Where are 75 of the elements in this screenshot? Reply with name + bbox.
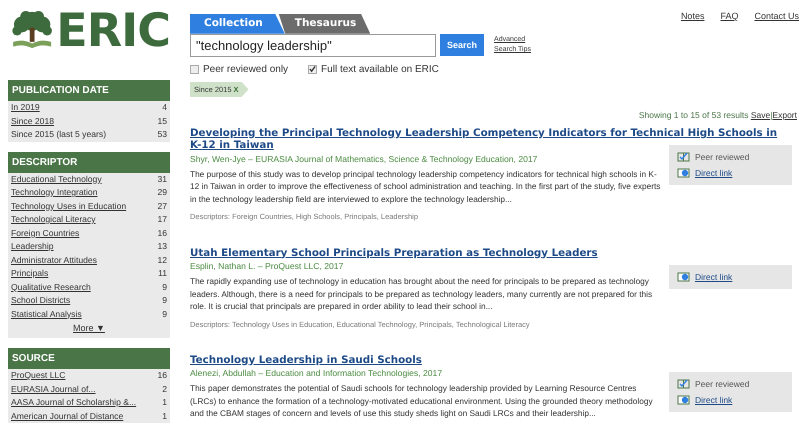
results-count: Showing 1 to 15 of 53 results (638, 110, 750, 120)
facet-count: 9 (162, 308, 167, 320)
facet-link[interactable]: Statistical Analysis (11, 308, 82, 321)
facet-link[interactable]: Qualitative Research (11, 280, 91, 294)
facet-link[interactable]: School Districts (11, 294, 70, 308)
facet-link[interactable]: Since 2018 (11, 114, 54, 128)
results-action-link[interactable]: Save (750, 110, 770, 120)
search-tab[interactable]: Thesaurus (278, 14, 370, 34)
result-abstract: This paper demonstrates the potential of Saudi schools for technology leadership provided by Learning Resource Centres (LRCs) to enhance the formation of a technology-motivated educational environment. Using the grounded theory methodology and the CBAM stages of concern and levels of use this study sheds light on Saudi LRCs and their leadership... (190, 382, 654, 420)
facet-heading: PUBLICATION DATE (8, 80, 170, 101)
facet-count: 17 (157, 213, 167, 226)
checkbox-label: Full text available on ERIC (321, 62, 439, 77)
facet-count: 1 (162, 396, 167, 409)
facet-label: Since 2015 (last 5 years) (11, 128, 106, 141)
result-abstract: The purpose of this study was to develop principal technology leadership competency indicators for technical high schools in K-12 in Taiwan in order to improve the effectiveness of school administration and teaching. In the first part of the study, five experts in the technology leadership field are interviewed to explore the technology leadership... (190, 168, 662, 206)
facet-heading: SOURCE (8, 348, 170, 369)
logo-wordmark[interactable]: ERIC (56, 7, 170, 53)
peer-reviewed-label: Peer reviewed (695, 378, 750, 391)
facet-link[interactable]: In 2019 (11, 101, 40, 114)
facet-count: 15 (157, 114, 167, 128)
results-action-link[interactable]: Export (772, 110, 797, 120)
facet-link[interactable]: Technology Integration (11, 186, 98, 200)
separator: | (770, 110, 772, 120)
facet-count: 13 (157, 240, 167, 253)
facet-link[interactable]: ProQuest LLC (11, 369, 66, 382)
facet-link[interactable]: Administrator Attitudes (11, 254, 97, 267)
facet-link[interactable]: AASA Journal of Scholarship &... (11, 396, 136, 410)
facet-count: 9 (162, 280, 167, 294)
globe-book-icon (677, 271, 690, 282)
facet-link[interactable]: Educational Technology (11, 172, 102, 186)
facet-link[interactable]: Technology Uses in Education (11, 200, 126, 213)
top-link[interactable]: FAQ (720, 10, 738, 97)
checkbox[interactable] (308, 64, 318, 74)
facet-count: 1 (162, 410, 167, 422)
peer-reviewed-label: Peer reviewed (695, 150, 750, 164)
result-title-link[interactable]: Developing the Principal Technology Leadership Competency Indicators for Technical High Schools in K-12 in Taiwan (190, 126, 780, 152)
facet-link[interactable]: Principals (11, 267, 48, 280)
checkbox[interactable] (190, 64, 199, 74)
facet-count: 31 (157, 172, 167, 186)
facet-link[interactable]: Technological Literacy (11, 213, 96, 226)
facet-count: 29 (157, 186, 167, 199)
more-link[interactable]: More ▼ (73, 323, 105, 333)
facet-heading: DESCRIPTOR (8, 152, 170, 172)
result-title-link[interactable]: Technology Leadership in Saudi Schools (190, 354, 780, 366)
result-abstract: The rapidly expanding use of technology in education has brought about the need for principals to be prepared as technology leaders. Although, there is a need for principals to be prepared as technology leaders, many currently are not prepared for this role. It is crucial that principals are prepared in order ability to lead their school in... (190, 275, 654, 312)
facet-count: 9 (162, 294, 167, 307)
facet-count: 27 (157, 200, 167, 212)
search-field[interactable]: "technology leadership" (190, 34, 436, 57)
checkbox-label: Peer reviewed only (203, 62, 288, 77)
top-link[interactable]: Contact Us (754, 10, 799, 97)
facet-link[interactable]: American Journal of Distance (11, 410, 124, 423)
result-citation: Esplin, Nathan L. – ProQuest LLC, 2017 (190, 260, 344, 273)
search-tab[interactable]: Collection (190, 14, 285, 34)
top-link[interactable]: Notes (680, 10, 704, 97)
facet-link[interactable]: Leadership (11, 240, 54, 254)
direct-link[interactable]: Direct link (695, 392, 732, 408)
checkmark-book-icon (677, 151, 690, 162)
facet-count: 16 (157, 226, 167, 240)
direct-link[interactable]: Direct link (695, 268, 732, 284)
facet-link[interactable]: EURASIA Journal of... (11, 382, 96, 396)
result-citation: Shyr, Wen-Jye – EURASIA Journal of Mathematics, Science & Technology Education, 2017 (190, 152, 538, 166)
checkmark-book-icon (677, 378, 690, 390)
facet-count: 4 (162, 101, 167, 114)
facet-count: 12 (157, 254, 167, 266)
globe-book-icon (677, 167, 690, 178)
direct-link[interactable]: Direct link (695, 164, 732, 181)
facet-count: 53 (157, 128, 167, 141)
result-citation: Alenezi, Abdullah – Education and Information Technologies, 2017 (190, 367, 444, 380)
result-title-link[interactable]: Utah Elementary School Principals Preparation as Technology Leaders (190, 246, 780, 259)
facet-count: 11 (158, 267, 167, 280)
facet-link[interactable]: Foreign Countries (11, 226, 80, 240)
facet-count: 2 (162, 382, 167, 396)
globe-book-icon (677, 394, 690, 406)
search-button[interactable]: Search (440, 34, 484, 56)
facet-count: 16 (157, 369, 167, 382)
